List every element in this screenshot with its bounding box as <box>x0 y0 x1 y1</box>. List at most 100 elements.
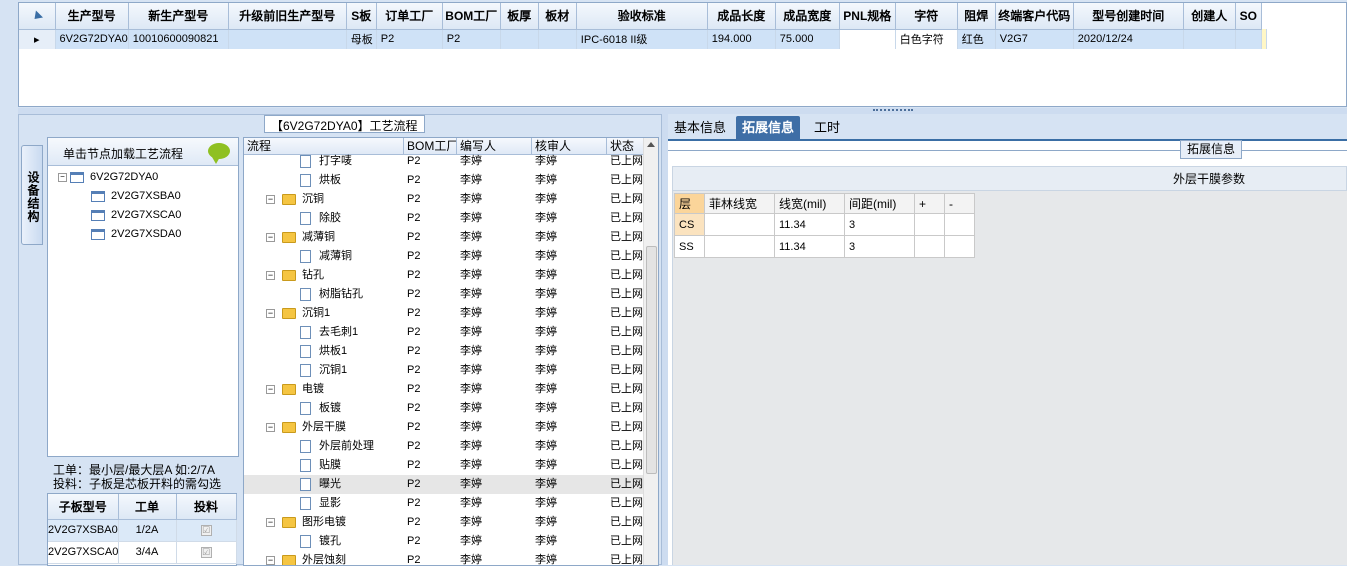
spacing-cell[interactable]: 3 <box>844 213 915 236</box>
vertical-scrollbar[interactable] <box>643 138 658 565</box>
tree-root-node[interactable]: − 6V2G72DYA0 <box>58 168 158 186</box>
column-header[interactable]: 菲林线宽 <box>704 193 775 214</box>
row-marker[interactable]: ▸ <box>19 29 56 49</box>
collapse-icon[interactable]: − <box>266 309 275 318</box>
process-row[interactable]: 外层前处理 P2 李婷 李婷 已上网 <box>244 437 644 456</box>
process-row[interactable]: − 图形电镀 P2 李婷 李婷 已上网 <box>244 513 644 532</box>
column-header[interactable]: 字符 <box>895 3 958 30</box>
film-width-cell[interactable] <box>704 235 775 258</box>
grid-cell[interactable]: 194.000 <box>707 29 776 49</box>
column-header[interactable]: 间距(mil) <box>844 193 915 214</box>
grid-cell[interactable] <box>1183 29 1236 49</box>
grid-cell[interactable]: 75.000 <box>775 29 840 49</box>
process-row[interactable]: 显影 P2 李婷 李婷 已上网 <box>244 494 644 513</box>
column-header[interactable]: 成品宽度 <box>775 3 840 30</box>
grid-cell[interactable]: 母板 <box>346 29 377 49</box>
process-row[interactable]: − 电镀 P2 李婷 李婷 已上网 <box>244 380 644 399</box>
table-row[interactable]: 2V2G7XSBA0 1/2A ☑ <box>48 519 237 542</box>
collapse-icon[interactable]: − <box>266 556 275 565</box>
remove-cell[interactable] <box>944 213 975 236</box>
column-header[interactable]: 验收标准 <box>576 3 708 30</box>
column-header[interactable]: 板厚 <box>500 3 539 30</box>
spacing-cell[interactable]: 3 <box>844 235 915 258</box>
process-row[interactable]: 烘板1 P2 李婷 李婷 已上网 <box>244 342 644 361</box>
column-header[interactable]: S板 <box>346 3 377 30</box>
grid-cell[interactable]: 2020/12/24 <box>1073 29 1184 49</box>
scrollbar-thumb[interactable] <box>646 246 657 474</box>
process-row[interactable]: − 减薄铜 P2 李婷 李婷 已上网 <box>244 228 644 247</box>
param-table[interactable]: 层 菲林线宽 线宽(mil) 间距(mil) + - CS 11.34 3 SS… <box>674 193 975 258</box>
process-row[interactable]: − 钻孔 P2 李婷 李婷 已上网 <box>244 266 644 285</box>
column-header[interactable]: SO <box>1235 3 1262 30</box>
process-row[interactable]: 曝光 P2 李婷 李婷 已上网 <box>244 475 644 494</box>
column-header[interactable]: 升级前旧生产型号 <box>228 3 347 30</box>
collapse-icon[interactable]: − <box>266 423 275 432</box>
remove-column-header[interactable]: - <box>944 193 975 214</box>
tab-work-hours[interactable]: 工时 <box>808 116 846 141</box>
column-header[interactable]: 投料 <box>176 494 237 520</box>
table-row[interactable]: SS 11.34 3 <box>674 235 975 258</box>
column-header[interactable]: 型号创建时间 <box>1073 3 1184 30</box>
process-flow-grid[interactable]: 流程 BOM工厂 编写人 核审人 状态 打字唛 P2 李婷 李婷 已上网 烘板 P2 李婷 李婷… <box>243 137 659 566</box>
collapse-icon[interactable]: − <box>266 271 275 280</box>
column-header[interactable]: 订单工厂 <box>376 3 443 30</box>
collapse-icon[interactable]: − <box>266 195 275 204</box>
process-row[interactable]: 沉铜1 P2 李婷 李婷 已上网 <box>244 361 644 380</box>
remove-cell[interactable] <box>944 235 975 258</box>
process-row[interactable]: − 沉铜 P2 李婷 李婷 已上网 <box>244 190 644 209</box>
column-header[interactable]: 生产型号 <box>55 3 129 30</box>
grid-cell[interactable] <box>538 29 577 49</box>
grid-cell[interactable] <box>500 29 539 49</box>
process-row[interactable]: − 沉铜1 P2 李婷 李婷 已上网 <box>244 304 644 323</box>
process-row[interactable]: − 外层蚀刻 P2 李婷 李婷 已上网 <box>244 551 644 565</box>
table-row[interactable]: 2V2G7XSCA0 3/4A ☑ <box>48 541 237 564</box>
column-header[interactable]: 线宽(mil) <box>774 193 845 214</box>
add-cell[interactable] <box>914 213 945 236</box>
line-width-cell[interactable]: 11.34 <box>774 235 845 258</box>
table-row[interactable]: CS 11.34 3 <box>674 213 975 236</box>
column-header[interactable]: 创建人 <box>1183 3 1236 30</box>
column-header[interactable]: 新生产型号 <box>128 3 229 30</box>
process-row[interactable]: 减薄铜 P2 李婷 李婷 已上网 <box>244 247 644 266</box>
tab-extended-info[interactable]: 拓展信息 <box>736 116 801 141</box>
column-header[interactable]: 终端客户代码 <box>995 3 1074 30</box>
tree-child-node[interactable]: 2V2G7XSCA0 <box>91 206 181 224</box>
process-row[interactable]: 贴膜 P2 李婷 李婷 已上网 <box>244 456 644 475</box>
add-cell[interactable] <box>914 235 945 258</box>
column-header[interactable]: 工单 <box>118 494 177 520</box>
collapse-icon[interactable]: − <box>58 172 67 182</box>
line-width-cell[interactable]: 11.34 <box>774 213 845 236</box>
column-header[interactable]: 板材 <box>538 3 577 30</box>
column-header[interactable]: 层 <box>674 193 705 214</box>
process-row[interactable]: 除胶 P2 李婷 李婷 已上网 <box>244 209 644 228</box>
grid-cell[interactable]: IPC-6018 II级 <box>576 29 708 49</box>
process-row[interactable]: 树脂钻孔 P2 李婷 李婷 已上网 <box>244 285 644 304</box>
grid-cell[interactable]: 红色 <box>957 29 996 49</box>
grid-cell[interactable]: 白色字符 <box>895 29 958 49</box>
feed-checkbox[interactable]: ☑ <box>200 547 212 558</box>
grid-cell[interactable]: V2G7 <box>995 29 1074 49</box>
collapse-icon[interactable]: − <box>266 518 275 527</box>
tab-basic-info[interactable]: 基本信息 <box>668 116 732 141</box>
process-row[interactable]: 烘板 P2 李婷 李婷 已上网 <box>244 171 644 190</box>
film-width-cell[interactable] <box>704 213 775 236</box>
add-column-header[interactable]: + <box>914 193 945 214</box>
column-header[interactable]: 子板型号 <box>48 494 119 520</box>
grid-cell[interactable]: 6V2G72DYA0 <box>55 29 129 49</box>
feed-checkbox[interactable]: ☑ <box>200 525 212 536</box>
grid-cell[interactable]: P2 <box>442 29 501 49</box>
model-grid[interactable]: 生产型号 新生产型号 升级前旧生产型号 S板 订单工厂 BOM工厂 板厚 板材 验收标准 成品长度… <box>18 2 1347 107</box>
grid-cell[interactable]: P2 <box>376 29 443 49</box>
tree-child-node[interactable]: 2V2G7XSDA0 <box>91 225 181 243</box>
table-row[interactable]: ▸ 6V2G72DYA0 10010600090821 母板 P2 P2 IPC-6018 … <box>19 29 1267 49</box>
column-header[interactable]: 成品长度 <box>707 3 776 30</box>
collapse-icon[interactable]: − <box>266 233 275 242</box>
column-header[interactable]: PNL规格 <box>839 3 896 30</box>
process-row[interactable]: 打字唛 P2 李婷 李婷 已上网 <box>244 152 644 171</box>
side-tab-equipment[interactable]: 设备结构 <box>21 145 43 245</box>
column-header[interactable]: BOM工厂 <box>442 3 501 30</box>
select-all-corner[interactable] <box>19 3 56 30</box>
grid-cell[interactable] <box>228 29 347 49</box>
process-row[interactable]: 板镀 P2 李婷 李婷 已上网 <box>244 399 644 418</box>
column-header[interactable]: 阻焊 <box>957 3 996 30</box>
